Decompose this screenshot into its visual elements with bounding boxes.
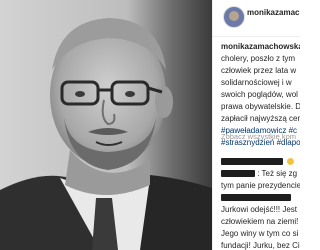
header-divider [213,36,300,37]
caption-line: zapłacił najwyższą cen [221,114,300,123]
see-all-comments-link[interactable]: Zobacz wszystkie kom [221,132,296,141]
comment-line: człowiekiem na ziemi! [221,217,299,226]
redacted-username [221,170,255,178]
caption-line: solidarnościowej i w [221,78,292,87]
caption-username[interactable]: monikazamachowska [221,42,300,51]
instagram-post-view: monikazamac monikazamachowska cholery, p… [0,0,300,250]
redacted-username [221,158,283,166]
post-photo [0,0,212,250]
post-header: monikazamac [213,0,300,36]
profile-avatar[interactable] [223,6,245,28]
comments-list: : Też się zg tym panie prezydencie Jurko… [221,156,300,250]
comment-line: tym panie prezydencie [221,181,300,190]
caption-line: cholery, poszło z tym [221,54,296,63]
comment-line: : Też się zg [221,168,300,180]
caption-username-line: monikazamachowska [221,41,300,53]
comment-line: Jego winy w tym co si [221,229,299,238]
comment-line [221,156,300,168]
comment-text: : Też się zg [257,169,298,178]
header-username[interactable]: monikazamac [247,8,299,17]
caption-line: człowiek przez lata w [221,66,297,75]
heart-icon[interactable]: ♡ [291,182,298,191]
caption-line: prawa obywatelskie. D [221,102,300,111]
comment-line [221,192,300,204]
portrait-illustration [0,0,212,250]
comment-line: fundacji! Jurku, bez Ci [221,241,300,250]
redacted-username [221,194,291,202]
caption-line: swoich poglądów, wol [221,90,298,99]
comment-line: Jurkowi odejść!!! Jest [221,205,298,214]
smile-emoji-icon [287,158,295,166]
heart-icon[interactable]: ♡ [291,218,298,227]
post-side-panel: monikazamac monikazamachowska cholery, p… [212,0,300,250]
